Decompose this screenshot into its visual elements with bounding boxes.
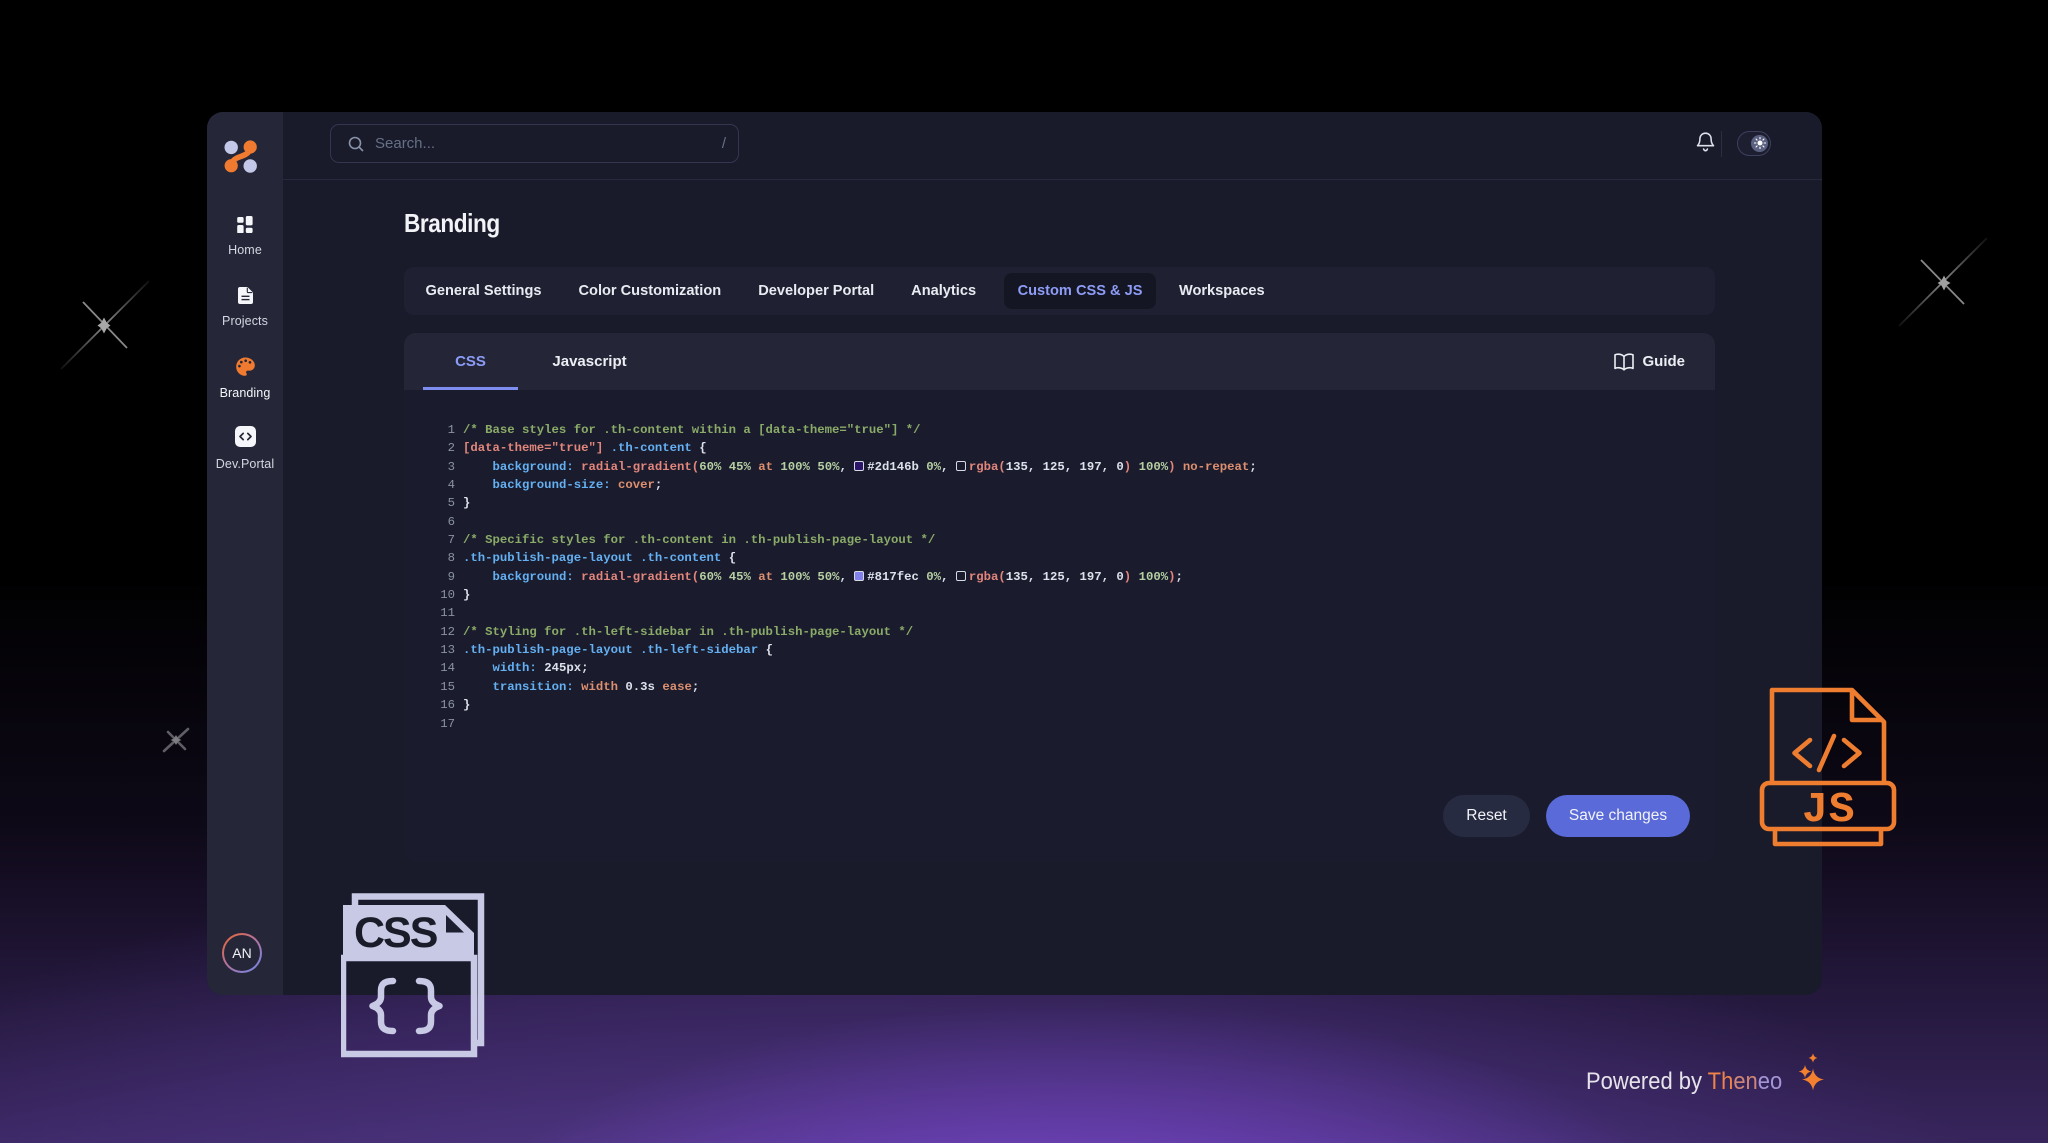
svg-text:CSS: CSS — [354, 909, 437, 957]
svg-text:JS: JS — [1802, 785, 1856, 834]
